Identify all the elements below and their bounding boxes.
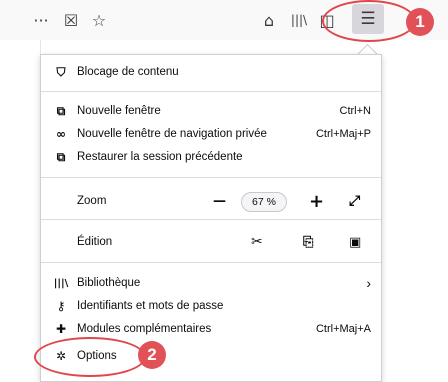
shortcut-label: Ctrl+Maj+P (315, 128, 371, 140)
key-icon: ⚷ (56, 299, 66, 313)
private-mask-icon: ∞ (56, 127, 66, 141)
bookmark-star-icon[interactable]: ☆ (88, 9, 110, 31)
divider (41, 91, 381, 92)
menu-item-private-window[interactable]: ∞ Nouvelle fenêtre de navigation privée … (41, 123, 381, 145)
shortcut-label: Ctrl+Maj+A (315, 323, 371, 335)
zoom-row: Zoom — 67 % + ⤢ (41, 190, 381, 212)
menu-item-restore-session[interactable]: ⧉ Restaurer la session précédente (41, 146, 381, 168)
zoom-reset-button[interactable]: 67 % (241, 192, 287, 212)
divider (41, 262, 381, 263)
callout-oval-1 (322, 0, 416, 42)
page-content-edge (0, 40, 41, 380)
zoom-label: Zoom (77, 195, 107, 207)
divider (41, 219, 381, 220)
callout-badge-1: 1 (406, 8, 434, 36)
restore-session-icon: ⧉ (56, 149, 66, 164)
edit-row: Édition ✂ ⎘ ▣ (41, 231, 381, 253)
menu-item-label: Modules complémentaires (77, 323, 212, 335)
new-window-icon: ⧉ (56, 103, 66, 118)
divider (41, 177, 381, 178)
menu-item-label: Nouvelle fenêtre de navigation privée (77, 128, 267, 140)
puzzle-icon: ✚ (55, 322, 67, 336)
menu-item-library[interactable]: |||\ Bibliothèque › (41, 272, 381, 294)
fullscreen-icon[interactable]: ⤢ (349, 193, 360, 209)
shortcut-label: Ctrl+N (339, 105, 371, 117)
menu-item-label: Bibliothèque (77, 277, 141, 289)
more-icon[interactable]: ··· (30, 9, 52, 31)
zoom-in-button[interactable]: + (309, 191, 324, 212)
copy-icon[interactable]: ⎘ (303, 235, 313, 250)
menu-item-label: Restaurer la session précédente (77, 151, 243, 163)
menu-item-content-blocking[interactable]: ⛉ Blocage de contenu (41, 61, 381, 83)
chevron-right-icon: › (366, 275, 371, 291)
menu-item-logins[interactable]: ⚷ Identifiants et mots de passe (41, 295, 381, 317)
menu-item-new-window[interactable]: ⧉ Nouvelle fenêtre Ctrl+N (41, 100, 381, 122)
library-icon: |||\ (53, 277, 69, 289)
library-icon[interactable]: |||\ (288, 9, 310, 31)
paste-icon[interactable]: ▣ (349, 235, 361, 250)
menu-item-label: Nouvelle fenêtre (77, 105, 161, 117)
pocket-icon[interactable]: ☒ (60, 9, 82, 31)
downloads-icon[interactable]: ⌂ (258, 9, 280, 31)
callout-oval-2 (34, 337, 146, 377)
menu-item-label: Blocage de contenu (77, 66, 179, 78)
edit-label: Édition (77, 236, 113, 248)
shield-icon: ⛉ (56, 64, 66, 79)
zoom-out-button[interactable]: — (213, 194, 226, 209)
app-menu-panel: ⛉ Blocage de contenu ⧉ Nouvelle fenêtre … (40, 54, 382, 382)
cut-icon[interactable]: ✂ (251, 234, 263, 250)
menu-item-label: Identifiants et mots de passe (77, 300, 224, 312)
callout-badge-2: 2 (138, 341, 166, 369)
